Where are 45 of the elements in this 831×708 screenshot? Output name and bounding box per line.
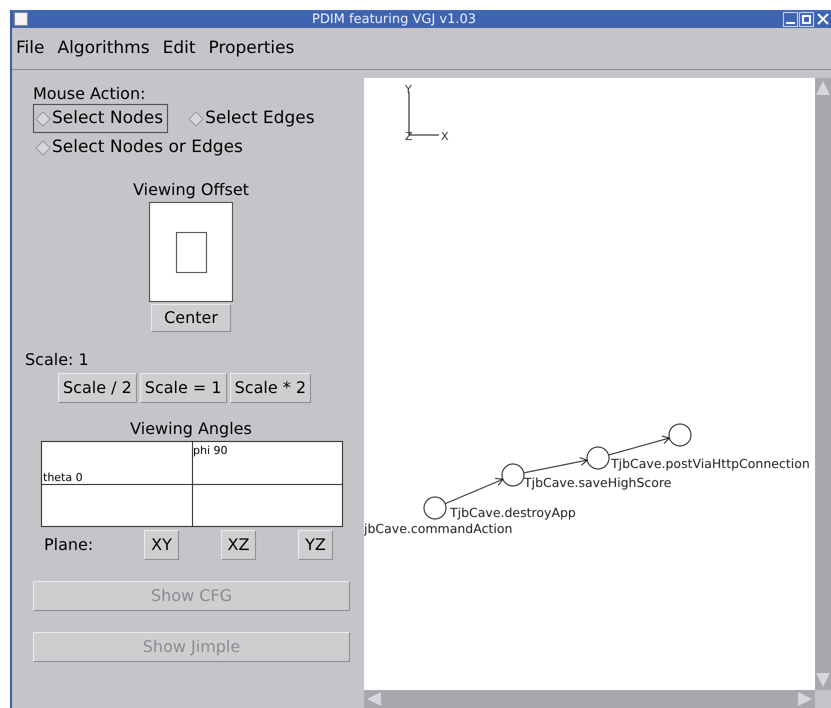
graph-node[interactable] bbox=[586, 446, 610, 470]
section-label: Mouse Action: bbox=[33, 83, 146, 104]
radio-diamond-icon[interactable] bbox=[34, 110, 52, 128]
axes-drawing: Y Z X bbox=[405, 83, 449, 143]
theta-label: theta 0 bbox=[43, 472, 83, 483]
menu-item[interactable]: Edit bbox=[162, 36, 196, 62]
angles-panel[interactable]: phi 90 theta 0 bbox=[41, 441, 343, 527]
radio-option[interactable]: Select Edges bbox=[186, 104, 320, 133]
graph-node[interactable] bbox=[424, 496, 446, 520]
button[interactable]: Scale = 1 bbox=[140, 373, 227, 403]
button[interactable]: Center bbox=[151, 304, 231, 332]
radio-diamond-icon[interactable] bbox=[34, 138, 52, 156]
node-label: jbCave.commandAction bbox=[364, 521, 512, 536]
scale-label: Scale: 1 bbox=[25, 349, 90, 370]
node-label: TjbCave.destroyApp bbox=[450, 505, 576, 520]
radio-option[interactable]: Select Nodes bbox=[33, 104, 168, 133]
button[interactable]: XZ bbox=[221, 530, 256, 560]
minimize-icon[interactable] bbox=[783, 12, 798, 26]
offset-panel[interactable] bbox=[149, 202, 233, 302]
button[interactable]: Scale / 2 bbox=[58, 373, 137, 403]
maximize-icon[interactable] bbox=[799, 12, 814, 26]
radio-diamond-icon[interactable] bbox=[187, 110, 206, 128]
plane-label: Plane: bbox=[44, 534, 94, 556]
phi-label: phi 90 bbox=[193, 445, 228, 456]
button[interactable]: Scale * 2 bbox=[230, 373, 312, 403]
window-icon bbox=[14, 12, 28, 26]
button[interactable]: YZ bbox=[298, 530, 333, 560]
menu-item[interactable]: Algorithms bbox=[57, 36, 150, 62]
section-title: Viewing Angles bbox=[129, 418, 253, 440]
node-label: TjbCave.postViaHttpConnection bbox=[611, 456, 810, 471]
menu-item[interactable]: Properties bbox=[208, 36, 294, 62]
edge-arrow[interactable] bbox=[444, 478, 504, 504]
graph-node[interactable] bbox=[668, 424, 692, 446]
section-title: Viewing Offset bbox=[133, 179, 249, 201]
edge-arrow[interactable] bbox=[523, 457, 588, 474]
edge-arrow[interactable] bbox=[608, 436, 670, 456]
viewport-rectangle[interactable] bbox=[176, 232, 206, 272]
menu-item[interactable]: File bbox=[16, 36, 44, 62]
button[interactable]: XY bbox=[144, 530, 179, 560]
graph-canvas[interactable]: Y Z X TjbCave.postViaHttpConnection TjbCave.saveHighScore TjbCave.destroyApp jbCave.commandAction bbox=[364, 78, 815, 690]
window-title: PDIM featuring VGJ v1.03 bbox=[312, 12, 476, 26]
close-icon[interactable] bbox=[815, 12, 830, 26]
node-label: TjbCave.saveHighScore bbox=[524, 475, 672, 490]
graph-node[interactable] bbox=[502, 464, 524, 486]
radio-option[interactable]: Select Nodes or Edges bbox=[33, 133, 248, 162]
